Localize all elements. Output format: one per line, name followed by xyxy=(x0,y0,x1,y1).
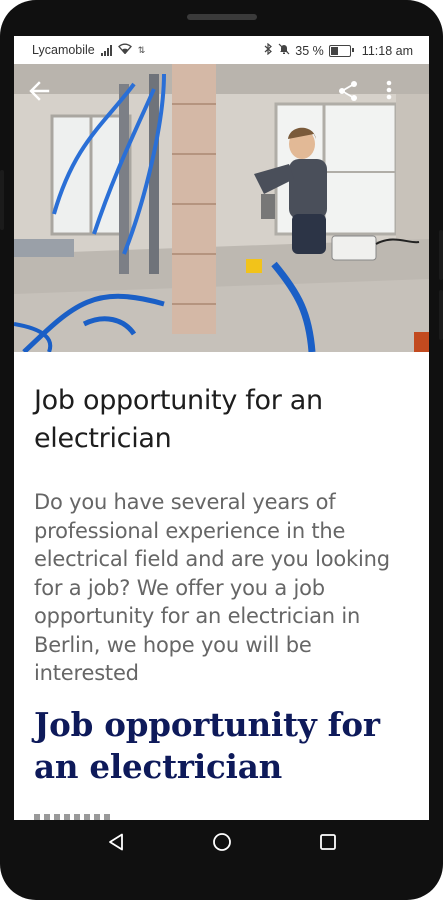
signal-icon xyxy=(100,44,112,56)
nav-back-button[interactable] xyxy=(98,824,134,860)
home-circle-icon xyxy=(212,833,231,851)
mute-icon xyxy=(278,43,290,58)
article-heading: Job opportunity for an electrician xyxy=(34,705,380,786)
volume-button-2 xyxy=(439,290,443,340)
article-title: Job opportunity for an electrician xyxy=(34,385,323,454)
back-button[interactable] xyxy=(28,80,64,116)
share-icon xyxy=(339,81,357,101)
carrier-name: Lycamobile xyxy=(32,43,95,57)
bluetooth-icon xyxy=(264,42,273,58)
power-button xyxy=(0,170,4,230)
time: 11:18 am xyxy=(361,43,413,58)
battery-percent: 35 % xyxy=(295,43,324,58)
nav-recents-button[interactable] xyxy=(310,824,346,860)
more-vert-icon xyxy=(386,80,392,100)
phone-frame: Lycamobile ⇅ 35 % 11:18 am Job opportuni… xyxy=(0,0,443,900)
system-nav-bar xyxy=(0,820,443,864)
share-button[interactable] xyxy=(337,80,373,116)
nav-home-button[interactable] xyxy=(204,824,240,860)
article-description: Do you have several years of professiona… xyxy=(34,490,390,685)
hero-image xyxy=(14,64,429,352)
battery-icon xyxy=(328,44,354,57)
volume-button xyxy=(439,230,443,280)
speaker-grille xyxy=(187,14,257,20)
screen: Lycamobile ⇅ 35 % 11:18 am Job opportuni… xyxy=(14,36,429,820)
data-icon: ⇅ xyxy=(137,44,146,55)
back-triangle-icon xyxy=(108,833,123,851)
status-bar: Lycamobile ⇅ 35 % 11:18 am xyxy=(14,36,429,64)
more-options-button[interactable] xyxy=(386,80,422,116)
wifi-icon xyxy=(117,43,132,57)
article-content: Job opportunity for an electrician Do yo… xyxy=(14,352,429,820)
battery-fill xyxy=(330,46,338,55)
back-arrow-icon xyxy=(29,81,50,101)
recents-square-icon xyxy=(319,834,336,850)
